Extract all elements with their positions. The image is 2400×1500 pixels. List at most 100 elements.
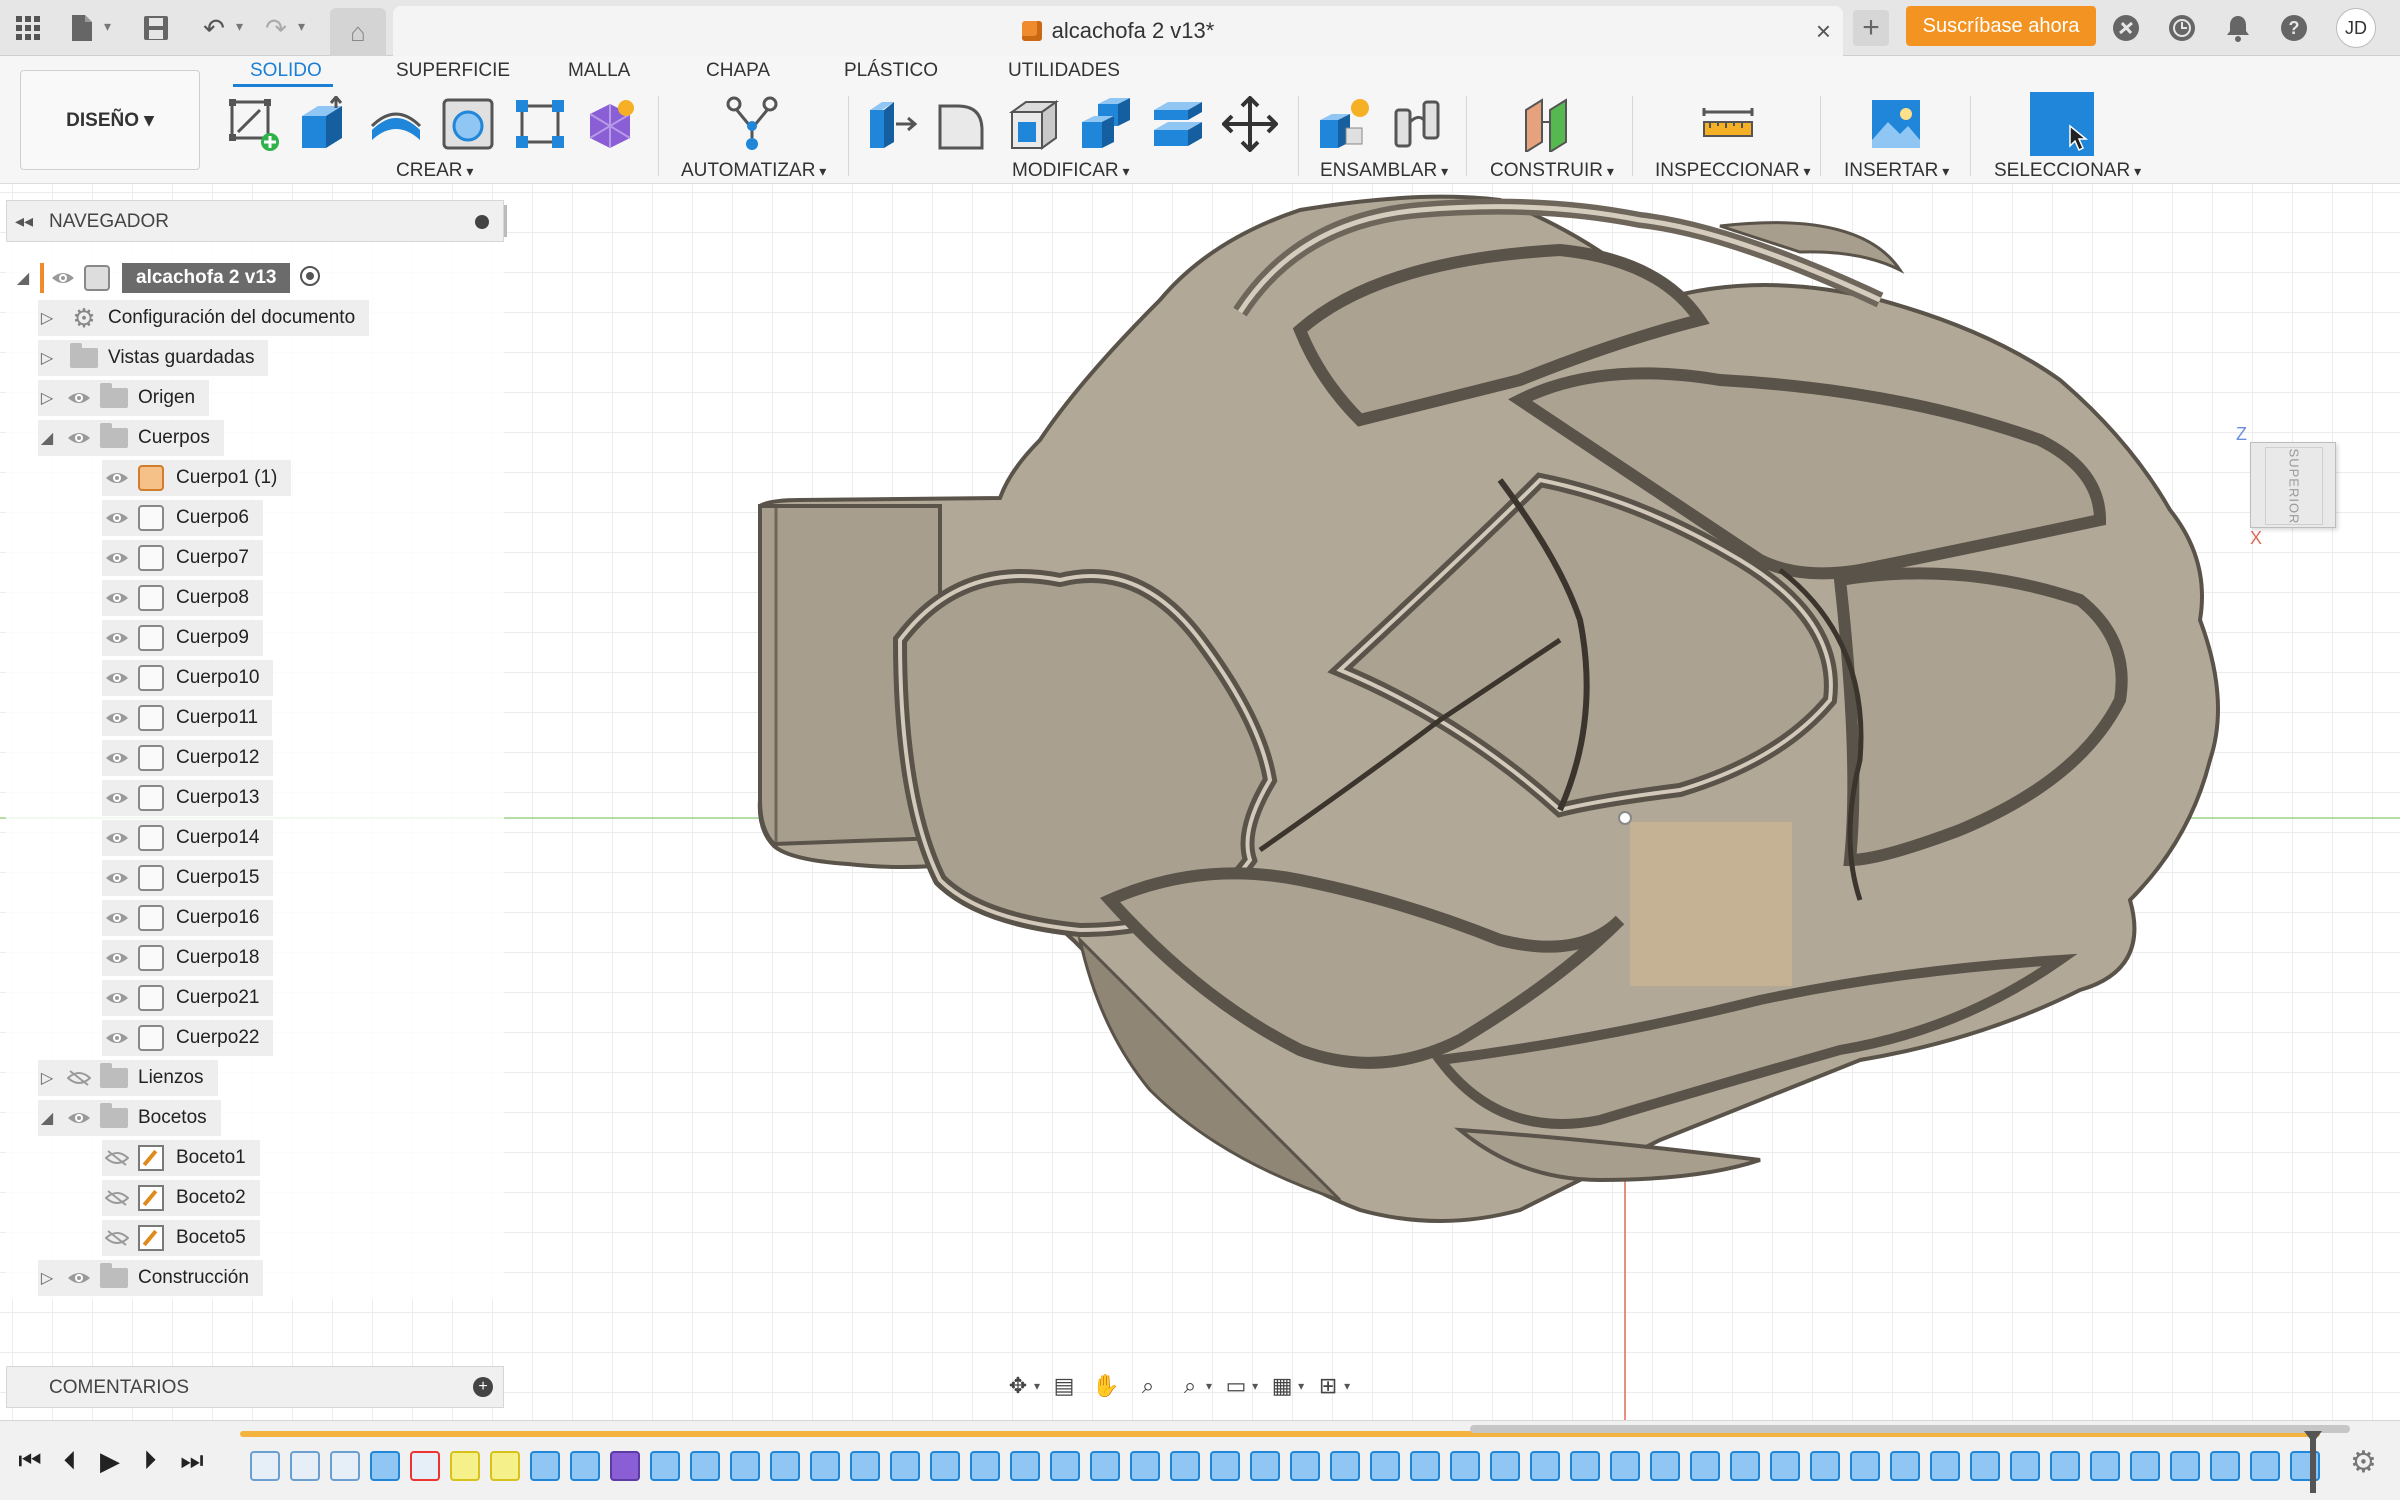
offset-plane-icon[interactable] [1520, 96, 1576, 152]
timeline-feature-icon[interactable] [410, 1451, 440, 1481]
document-tab[interactable]: alcachofa 2 v13* × [393, 6, 1843, 56]
visibility-eye-icon[interactable] [48, 266, 78, 290]
group-construir[interactable]: CONSTRUIR [1490, 160, 1614, 182]
timeline-feature-icon[interactable] [2250, 1451, 2280, 1481]
timeline-feature-icon[interactable] [1330, 1451, 1360, 1481]
tree-item[interactable]: ▷ Lienzos [38, 1060, 218, 1096]
timeline-feature-icon[interactable] [570, 1451, 600, 1481]
navigator-header[interactable]: ◂◂ NAVEGADOR [6, 200, 507, 242]
measure-icon[interactable] [1700, 96, 1756, 152]
visibility-eye-icon[interactable] [102, 666, 132, 690]
timeline-feature-icon[interactable] [690, 1451, 720, 1481]
combine-icon[interactable] [1078, 96, 1134, 152]
timeline-feature-icon[interactable] [1730, 1451, 1760, 1481]
tree-item[interactable]: Cuerpo6 [102, 500, 263, 536]
move-icon[interactable] [1222, 96, 1278, 152]
tree-item[interactable]: Cuerpo16 [102, 900, 274, 936]
job-status-icon[interactable] [2164, 10, 2200, 46]
visibility-eye-icon[interactable] [102, 986, 132, 1010]
group-seleccionar[interactable]: SELECCIONAR [1994, 160, 2141, 182]
timeline-feature-icon[interactable] [1410, 1451, 1440, 1481]
tree-item[interactable]: ▷ Vistas guardadas [38, 340, 269, 376]
comments-panel[interactable]: COMENTARIOS + [6, 1366, 504, 1408]
visibility-eye-icon[interactable] [102, 866, 132, 890]
timeline-feature-icon[interactable] [930, 1451, 960, 1481]
timeline-feature-icon[interactable] [290, 1451, 320, 1481]
pan-icon[interactable]: ✋ [1088, 1369, 1124, 1403]
visibility-eye-icon[interactable] [102, 706, 132, 730]
group-insertar[interactable]: INSERTAR [1844, 160, 1949, 182]
tree-item[interactable]: Cuerpo1 (1) [102, 460, 292, 496]
timeline-feature-icon[interactable] [1010, 1451, 1040, 1481]
extrude-icon[interactable] [296, 96, 352, 152]
timeline-first-icon[interactable]: ⏮ [14, 1445, 46, 1477]
user-avatar[interactable]: JD [2336, 8, 2376, 48]
press-pull-icon[interactable] [864, 96, 920, 152]
new-component-icon[interactable] [1316, 96, 1372, 152]
grid-settings-icon[interactable]: ▦ [1264, 1369, 1300, 1403]
timeline-feature-icon[interactable] [850, 1451, 880, 1481]
timeline-feature-icon[interactable] [1130, 1451, 1160, 1481]
insert-image-icon[interactable] [1868, 96, 1924, 152]
tree-item[interactable]: Cuerpo15 [102, 860, 274, 896]
subscribe-button[interactable]: Suscríbase ahora [1906, 6, 2096, 46]
visibility-hidden-icon[interactable] [102, 1186, 132, 1210]
timeline-feature-icon[interactable] [1770, 1451, 1800, 1481]
tab-solido[interactable]: SOLIDO [250, 60, 322, 82]
sweep-icon[interactable] [440, 96, 496, 152]
display-settings-icon[interactable]: ▭ [1218, 1369, 1254, 1403]
timeline-feature-icon[interactable] [1650, 1451, 1680, 1481]
timeline-feature-icon[interactable] [450, 1451, 480, 1481]
look-at-icon[interactable]: ▤ [1046, 1369, 1082, 1403]
visibility-eye-icon[interactable] [64, 1106, 94, 1130]
timeline-feature-icon[interactable] [2170, 1451, 2200, 1481]
expand-arrow-icon[interactable]: ▷ [38, 388, 56, 408]
timeline-feature-icon[interactable] [1050, 1451, 1080, 1481]
timeline-feature-icon[interactable] [1970, 1451, 2000, 1481]
fit-icon[interactable]: ⌕ [1172, 1369, 1208, 1403]
workspace-switcher-button[interactable]: DISEÑO ▾ [20, 70, 200, 170]
tree-item[interactable]: Cuerpo12 [102, 740, 274, 776]
timeline-scrollbar[interactable] [1470, 1425, 2350, 1433]
tab-malla[interactable]: MALLA [568, 60, 630, 82]
new-tab-icon[interactable]: + [1853, 10, 1889, 46]
timeline-feature-icon[interactable] [2010, 1451, 2040, 1481]
redo-icon[interactable]: ↷ [258, 10, 294, 46]
tab-chapa[interactable]: CHAPA [706, 60, 770, 82]
visibility-eye-icon[interactable] [102, 506, 132, 530]
tree-item[interactable]: Cuerpo7 [102, 540, 263, 576]
group-inspeccionar[interactable]: INSPECCIONAR [1655, 160, 1811, 182]
visibility-hidden-icon[interactable] [102, 1226, 132, 1250]
tab-utilidades[interactable]: UTILIDADES [1008, 60, 1120, 82]
shell-icon[interactable] [1006, 96, 1062, 152]
group-crear[interactable]: CREAR [396, 160, 473, 182]
timeline-feature-icon[interactable] [250, 1451, 280, 1481]
timeline-feature-icon[interactable] [1850, 1451, 1880, 1481]
expand-arrow-icon[interactable]: ▷ [38, 348, 56, 368]
tree-item[interactable]: Cuerpo9 [102, 620, 263, 656]
joint-icon[interactable] [1390, 96, 1446, 152]
group-modificar[interactable]: MODIFICAR [1012, 160, 1130, 182]
automate-icon[interactable] [724, 96, 780, 152]
tree-item[interactable]: ▷ Construcción [38, 1260, 263, 1296]
visibility-eye-icon[interactable] [102, 626, 132, 650]
visibility-hidden-icon[interactable] [64, 1066, 94, 1090]
help-icon[interactable]: ? [2276, 10, 2312, 46]
tree-item[interactable]: Boceto5 [102, 1220, 260, 1256]
timeline-feature-icon[interactable] [2050, 1451, 2080, 1481]
undo-caret-icon[interactable]: ▾ [236, 18, 243, 35]
timeline-feature-icon[interactable] [730, 1451, 760, 1481]
timeline-next-icon[interactable]: ⏵ [134, 1445, 166, 1477]
tree-item[interactable]: Cuerpo14 [102, 820, 274, 856]
timeline-feature-icon[interactable] [2130, 1451, 2160, 1481]
viewports-icon[interactable]: ⊞ [1310, 1369, 1346, 1403]
timeline-feature-icon[interactable] [1090, 1451, 1120, 1481]
undo-icon[interactable]: ↶ [196, 10, 232, 46]
timeline-feature-icon[interactable] [1890, 1451, 1920, 1481]
visibility-eye-icon[interactable] [64, 1266, 94, 1290]
timeline-feature-icon[interactable] [1490, 1451, 1520, 1481]
save-icon[interactable] [138, 10, 174, 46]
activate-radio-icon[interactable] [298, 264, 322, 293]
collapse-panel-icon[interactable]: ◂◂ [15, 211, 33, 232]
timeline-settings-icon[interactable]: ⚙ [2350, 1445, 2377, 1480]
